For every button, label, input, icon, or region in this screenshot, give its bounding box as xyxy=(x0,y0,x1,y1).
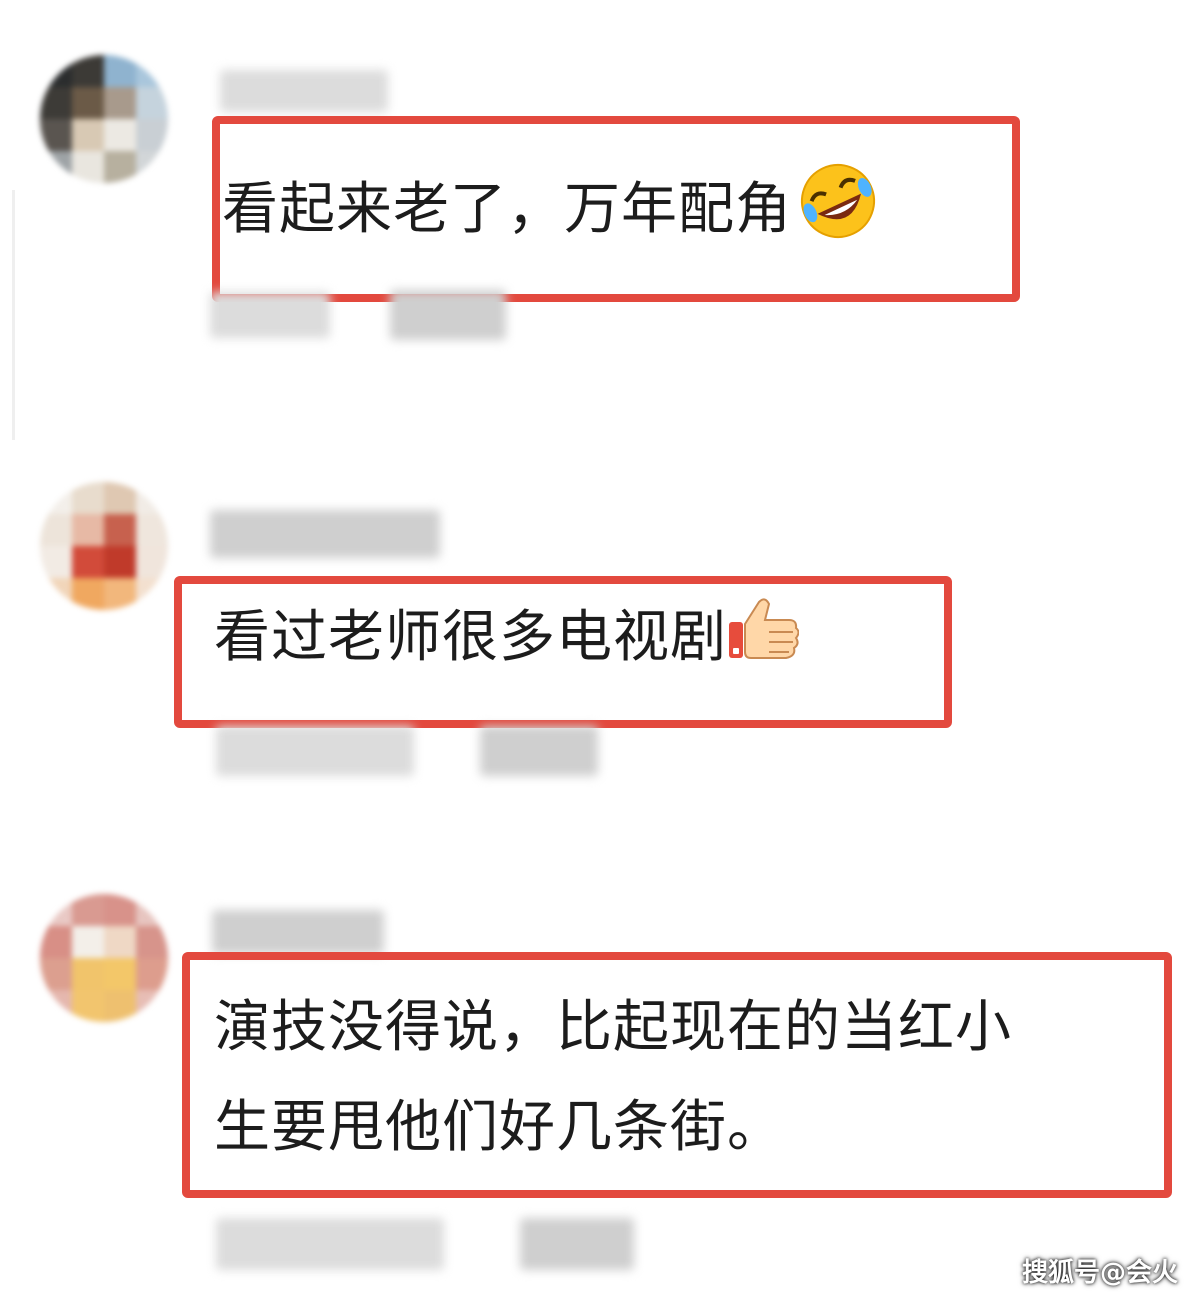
thumbs-up-emoji-icon xyxy=(727,594,800,688)
username-blurred[interactable] xyxy=(210,510,440,558)
rolling-laughing-emoji-icon xyxy=(792,160,884,266)
comment-line: 演技没得说，比起现在的当红小 xyxy=(214,995,1012,1060)
watermark: 搜狐号@会火 xyxy=(1021,1258,1178,1288)
reply-button-blurred[interactable] xyxy=(390,290,506,340)
avatar[interactable] xyxy=(40,894,168,1022)
avatar[interactable] xyxy=(40,55,168,183)
comment-text-line-1: 演技没得说，比起现在的当红小 xyxy=(214,986,1012,1070)
comment-item: 看过老师很多电视剧 xyxy=(0,470,1200,800)
timestamp-blurred xyxy=(216,726,414,776)
timestamp-blurred xyxy=(210,292,330,338)
comment-line: 看过老师很多电视剧 xyxy=(214,605,727,671)
comment-item: 看起来老了，万年配角 xyxy=(0,0,1200,420)
comment-text: 看起来老了，万年配角 xyxy=(222,160,884,266)
reply-button-blurred[interactable] xyxy=(480,726,598,776)
comment-line: 生要甩他们好几条街。 xyxy=(214,1095,784,1160)
timestamp-blurred xyxy=(216,1218,444,1270)
username-blurred[interactable] xyxy=(220,70,388,112)
avatar[interactable] xyxy=(40,482,168,610)
comment-text: 看过老师很多电视剧 xyxy=(214,594,800,688)
comment-text-line-2: 生要甩他们好几条街。 xyxy=(214,1086,784,1170)
username-blurred[interactable] xyxy=(212,910,384,954)
comment-item: 演技没得说，比起现在的当红小 生要甩他们好几条街。 xyxy=(0,880,1200,1299)
reply-button-blurred[interactable] xyxy=(520,1218,634,1270)
comment-line: 看起来老了，万年配角 xyxy=(222,177,792,243)
